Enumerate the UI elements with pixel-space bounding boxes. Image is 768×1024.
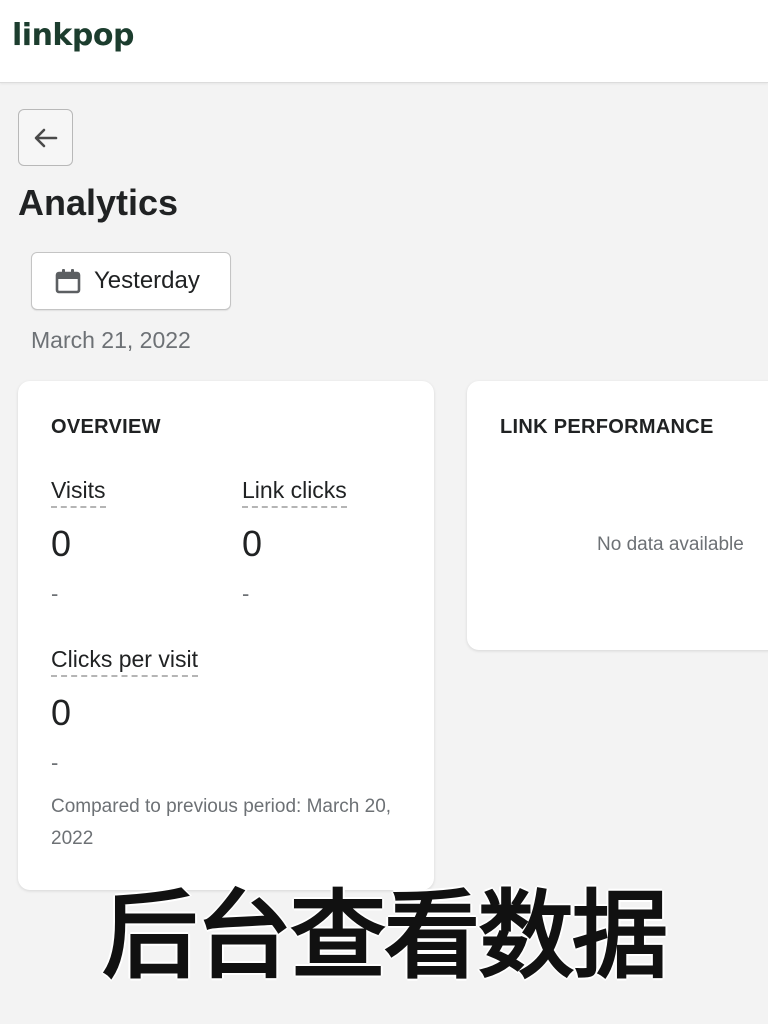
- link-performance-heading: LINK PERFORMANCE: [500, 416, 714, 438]
- back-button[interactable]: [18, 109, 73, 166]
- calendar-icon: [55, 269, 81, 294]
- overview-heading: OVERVIEW: [51, 416, 161, 438]
- visits-value: 0: [51, 523, 72, 564]
- clicks-per-visit-label[interactable]: Clicks per visit: [51, 646, 198, 677]
- date-range-button[interactable]: Yesterday: [31, 252, 231, 310]
- overlay-caption: 后台查看数据: [102, 879, 668, 992]
- date-range-label: Yesterday: [94, 267, 200, 294]
- overview-card: OVERVIEW Visits 0 - Link clicks 0 - Clic…: [18, 381, 434, 890]
- arrow-left-icon: [34, 128, 57, 147]
- comparison-text: Compared to previous period: March 20, 2…: [51, 796, 392, 849]
- link-clicks-label[interactable]: Link clicks: [242, 477, 347, 508]
- clicks-per-visit-change: -: [51, 750, 59, 775]
- visits-change: -: [51, 581, 59, 606]
- page-title: Analytics: [18, 182, 179, 223]
- link-performance-card: LINK PERFORMANCE No data available: [467, 381, 768, 650]
- selected-date: March 21, 2022: [31, 327, 191, 353]
- link-clicks-change: -: [242, 581, 250, 606]
- visits-label[interactable]: Visits: [51, 477, 106, 508]
- linkpop-logo[interactable]: linkpop: [12, 18, 134, 53]
- top-bar: linkpop: [0, 0, 768, 83]
- empty-state-text: No data available: [597, 534, 744, 555]
- clicks-per-visit-value: 0: [51, 692, 72, 733]
- link-clicks-value: 0: [242, 523, 263, 564]
